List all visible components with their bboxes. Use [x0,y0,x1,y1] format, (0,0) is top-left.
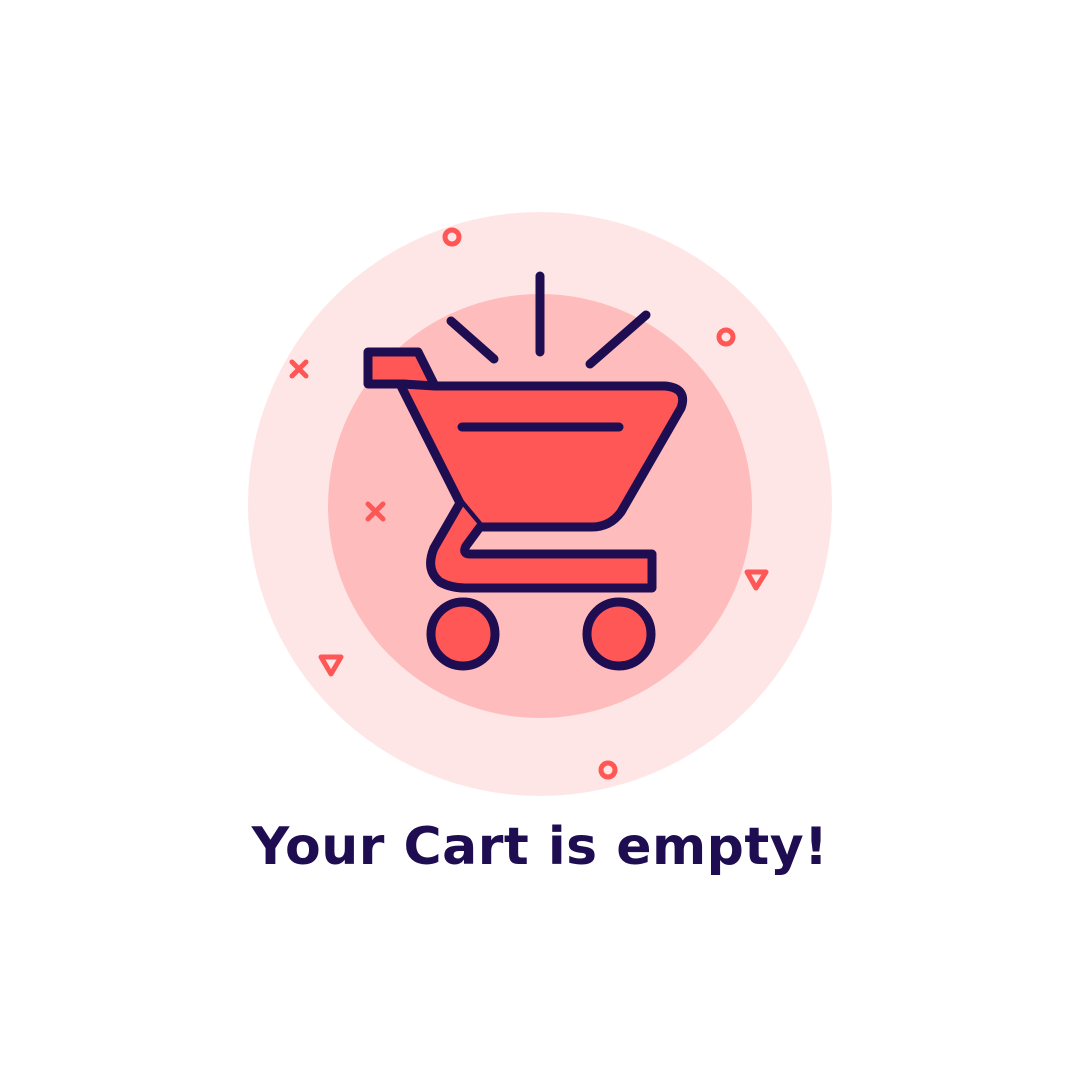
empty-cart-screen: Your Cart is empty! [0,0,1080,1080]
cart-wheel-right [582,597,656,671]
empty-cart-title: Your Cart is empty! [251,817,829,877]
empty-cart-illustration [248,212,832,796]
cart-wheel-left [426,597,500,671]
